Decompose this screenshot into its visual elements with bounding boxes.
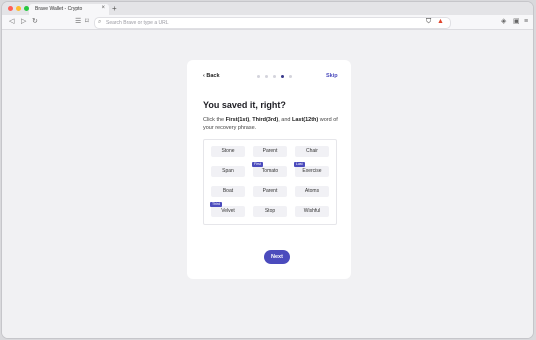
browser-toolbar: ◁ ▷ ↻ ☰ ⌑ ⌕ Search Brave or type a URL ⛉… [2,15,533,30]
tab-title: Brave Wallet - Crypto [35,6,83,12]
recovery-word-button[interactable]: Atoms [295,186,329,197]
recovery-word-button[interactable]: Parent [253,146,287,157]
recovery-word-button[interactable]: Span [211,166,245,177]
title-bar: Brave Wallet - Crypto × + [2,2,533,15]
page-content: ‹ Back Skip You saved it, right? Click t… [2,30,533,338]
word-position-badge: First [252,162,263,167]
address-bar[interactable]: ⌕ Search Brave or type a URL [94,17,451,29]
recovery-word-button[interactable]: Stone [211,146,245,157]
brave-shield-icon[interactable]: ⛉ [426,17,431,26]
recovery-word-button[interactable]: Stop [253,206,287,217]
menu-icon[interactable]: ≡ [524,17,528,26]
back-button[interactable]: ‹ Back [203,73,220,79]
back-label: Back [206,73,220,79]
skip-button[interactable]: Skip [326,73,338,79]
sidebar-toggle-icon[interactable]: ☰ [75,17,81,26]
word-position-badge: Last [294,162,305,167]
word-position-badge: Third [210,202,222,207]
tab-close-icon[interactable]: × [101,5,105,11]
back-arrow-icon[interactable]: ◁ [9,17,14,26]
page-title: You saved it, right? [203,100,286,110]
search-icon: ⌕ [98,19,102,25]
recovery-word-grid: Stone Parent Chair Span Tomato First Exercise L… [203,139,337,225]
wallet-icon[interactable]: ▣ [513,17,520,26]
address-placeholder: Search Brave or type a URL [106,20,169,26]
recovery-word-button[interactable]: Velvet [211,206,245,217]
new-tab-button[interactable]: + [112,4,117,13]
step-dot [257,75,260,78]
recovery-word-button[interactable]: Wishful [295,206,329,217]
extensions-icon[interactable]: ◈ [501,17,506,26]
browser-window: Brave Wallet - Crypto × + ◁ ▷ ↻ ☰ ⌑ ⌕ Se… [2,2,533,338]
traffic-lights [8,6,29,11]
instruction-text: Click the First(1st), Third(3rd), and La… [203,117,338,131]
step-dot [273,75,276,78]
onboarding-card: ‹ Back Skip You saved it, right? Click t… [187,60,351,279]
browser-tab[interactable]: Brave Wallet - Crypto × [29,4,109,15]
recovery-word-button[interactable]: Parent [253,186,287,197]
recovery-word-button[interactable]: Tomato [253,166,287,177]
close-window-button[interactable] [8,6,13,11]
reload-icon[interactable]: ↻ [32,17,38,26]
step-dot [281,75,284,78]
step-indicator [257,75,292,78]
recovery-word-button[interactable]: Boat [211,186,245,197]
next-button[interactable]: Next [264,250,290,264]
recovery-word-button[interactable]: Chair [295,146,329,157]
step-dot [289,75,292,78]
brave-rewards-icon[interactable]: ▲ [437,17,444,26]
recovery-word-button[interactable]: Exercise [295,166,329,177]
bookmark-icon[interactable]: ⌑ [85,17,89,26]
step-dot [265,75,268,78]
forward-arrow-icon[interactable]: ▷ [21,17,26,26]
minimize-window-button[interactable] [16,6,21,11]
